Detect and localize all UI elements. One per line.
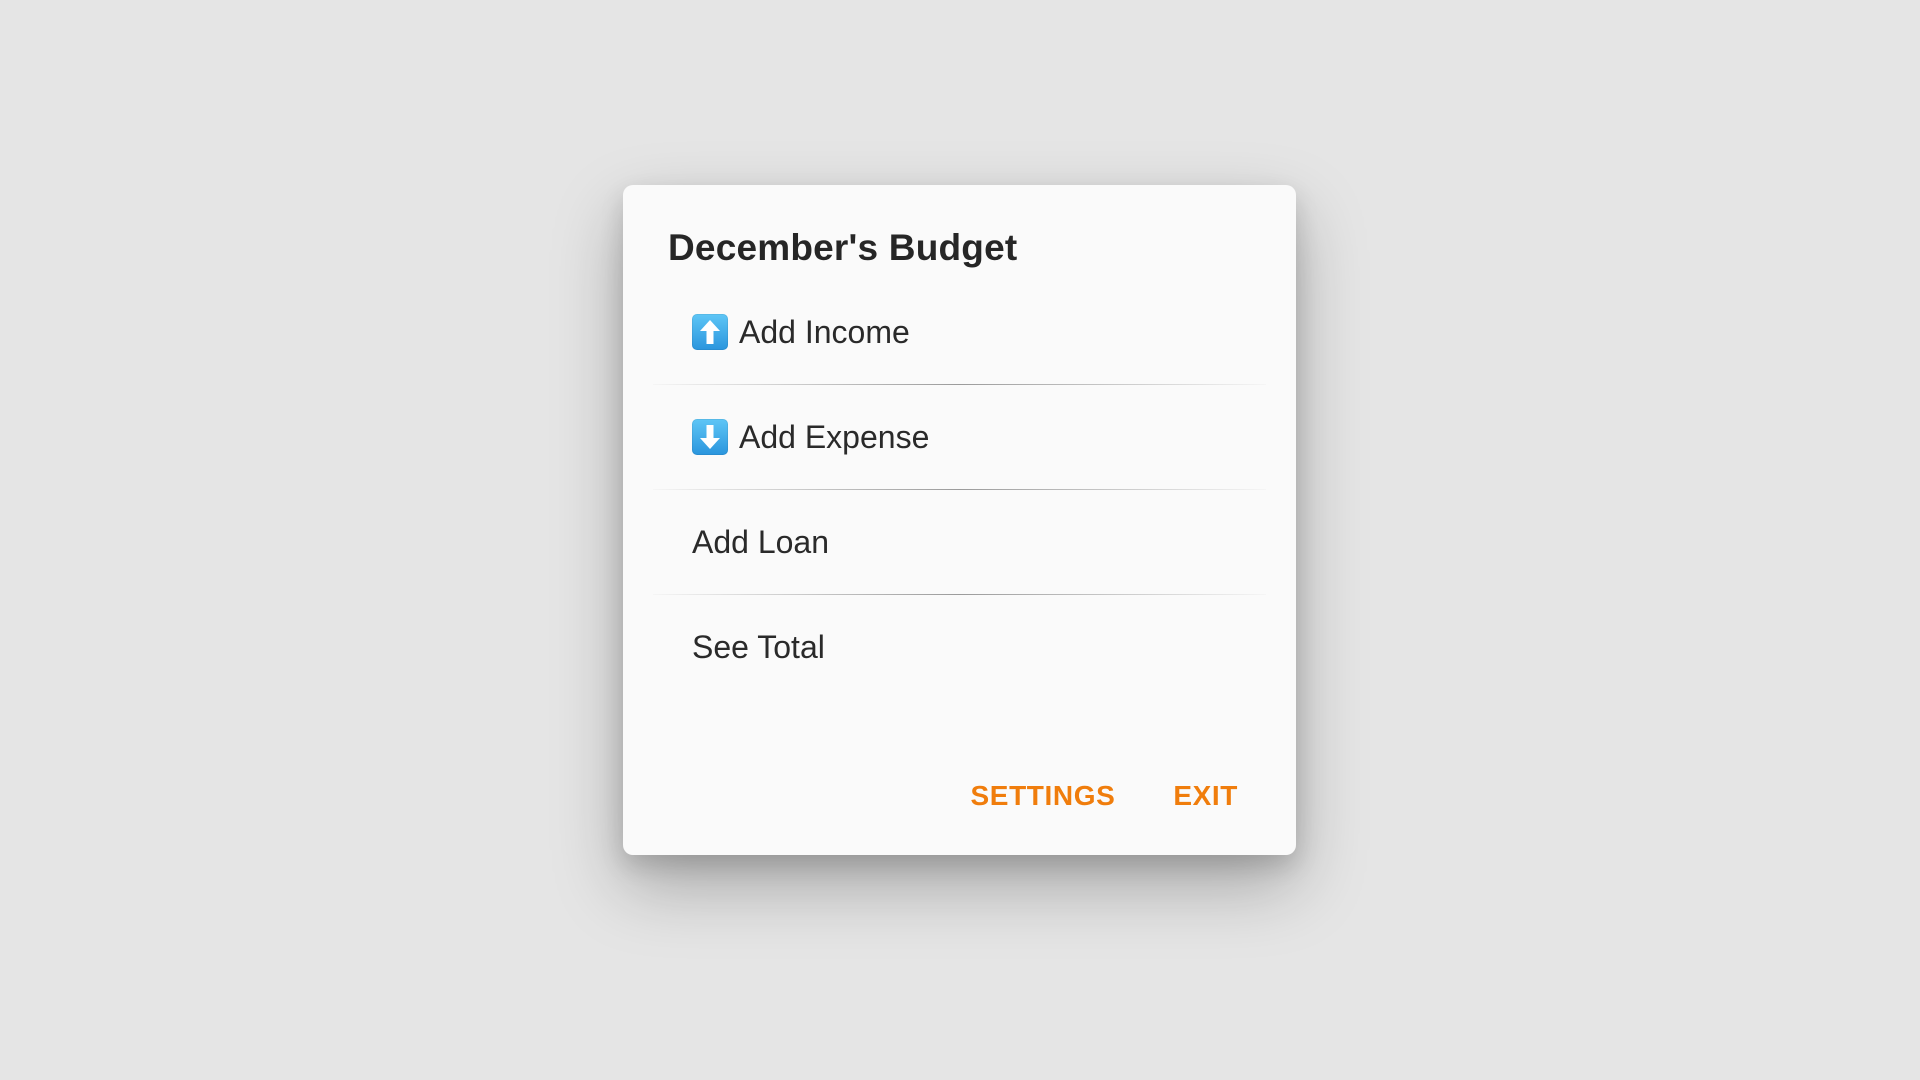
budget-menu: Add Income Add Expense Add Loan See Tota… [623,280,1296,699]
menu-item-label: Add Loan [692,523,830,560]
dialog-actions: SETTINGS EXIT [971,780,1238,812]
menu-item-label: Add Income [739,313,910,350]
menu-item-add-loan[interactable]: Add Loan [623,490,1296,594]
menu-item-label: See Total [692,628,825,665]
budget-dialog: December's Budget Add Income Add Expense… [623,185,1296,855]
menu-item-add-expense[interactable]: Add Expense [623,385,1296,489]
menu-item-add-income[interactable]: Add Income [623,280,1296,384]
settings-button[interactable]: SETTINGS [971,780,1116,812]
down-arrow-icon [692,419,728,455]
menu-item-label: Add Expense [739,418,930,455]
up-arrow-icon [692,314,728,350]
dialog-title: December's Budget [668,227,1018,268]
menu-item-see-total[interactable]: See Total [623,595,1296,699]
exit-button[interactable]: EXIT [1173,780,1238,812]
